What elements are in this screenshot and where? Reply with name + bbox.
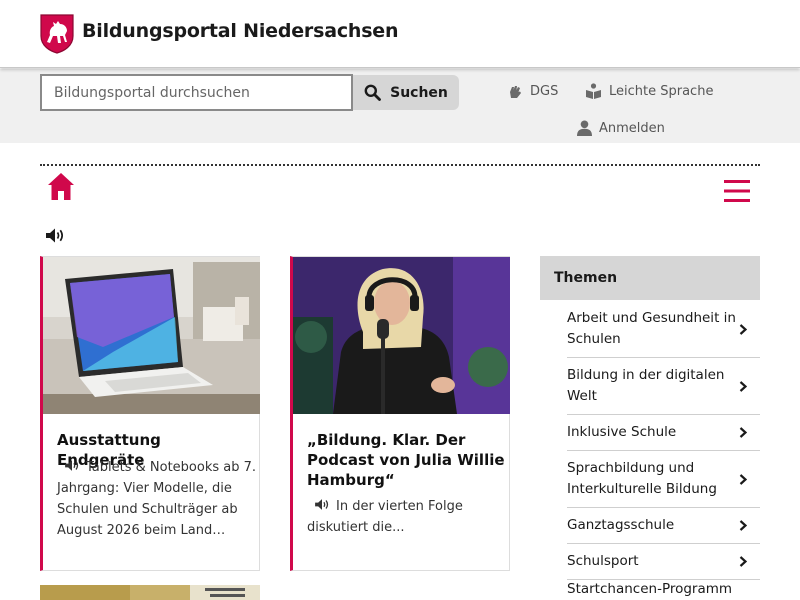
chevron-right-icon	[739, 380, 747, 392]
themen-item-label: Arbeit und Gesundheit in Schulen	[567, 310, 736, 347]
section-divider	[40, 164, 760, 166]
leichte-sprache-link[interactable]: Leichte Sprache	[585, 83, 713, 99]
themen-item-label: Inklusive Schule	[567, 424, 677, 440]
news-card[interactable]: „Bildung. Klar. Der Podcast von Julia Wi…	[290, 256, 510, 571]
themen-item-label: Schulsport	[567, 553, 639, 569]
card-title[interactable]: „Bildung. Klar. Der Podcast von Julia Wi…	[307, 430, 507, 490]
search-button[interactable]: Suchen	[353, 75, 459, 110]
themen-item-label: Ganztagsschule	[567, 517, 675, 533]
chevron-right-icon	[739, 520, 747, 531]
speaker-icon[interactable]	[313, 498, 331, 511]
user-icon	[577, 120, 592, 136]
chevron-right-icon	[739, 473, 747, 485]
home-icon[interactable]	[47, 172, 75, 201]
themen-item-arbeit-gesundheit[interactable]: Arbeit und Gesundheit in Schulen	[567, 301, 760, 358]
chevron-right-icon	[739, 556, 747, 567]
search-input[interactable]	[40, 74, 353, 111]
chevron-right-icon	[739, 323, 747, 335]
news-card-image	[40, 585, 260, 600]
themen-panel: Themen Arbeit und Gesundheit in Schulen …	[540, 256, 760, 597]
themen-item-digitale-welt[interactable]: Bildung in der digitalen Welt	[567, 358, 760, 415]
easy-language-book-icon	[586, 83, 601, 99]
niedersachsen-coat-of-arms-logo[interactable]	[40, 14, 74, 54]
toolbar: Suchen DGS Leichte Sprache Anmelden	[0, 69, 800, 143]
card-teaser: In der vierten Folge diskutiert die...	[307, 496, 507, 538]
news-card[interactable]: Ausstattung Endgeräte Tablets & Notebook…	[40, 256, 260, 571]
themen-item-sprachbildung[interactable]: Sprachbildung und Interkulturelle Bildun…	[567, 451, 760, 508]
themen-item-label: Startchancen-Programm	[567, 581, 733, 597]
themen-item-startchancen[interactable]: Startchancen-Programm	[567, 580, 760, 600]
podcast-host-image	[293, 257, 510, 414]
login-label: Anmelden	[599, 120, 665, 136]
site-title[interactable]: Bildungsportal Niedersachsen	[82, 20, 399, 42]
themen-item-label: Sprachbildung und Interkulturelle Bildun…	[567, 460, 717, 497]
leichte-sprache-label: Leichte Sprache	[609, 83, 714, 99]
hamburger-menu-icon[interactable]	[724, 180, 750, 202]
speaker-icon[interactable]	[45, 227, 65, 244]
themen-item-label: Bildung in der digitalen Welt	[567, 367, 725, 404]
tablet-device-image	[43, 257, 260, 414]
card-teaser-text: Tablets & Notebooks ab 7. Jahrgang: Vier…	[57, 460, 257, 538]
dgs-label: DGS	[530, 83, 559, 99]
card-teaser: Tablets & Notebooks ab 7. Jahrgang: Vier…	[57, 457, 257, 541]
search-icon	[364, 84, 382, 101]
sign-language-hand-icon	[510, 86, 521, 98]
dgs-link[interactable]: DGS	[507, 83, 558, 99]
themen-item-ganztagsschule[interactable]: Ganztagsschule	[567, 508, 760, 544]
speaker-icon[interactable]	[63, 459, 81, 472]
themen-item-inklusive-schule[interactable]: Inklusive Schule	[567, 415, 760, 451]
search-button-label: Suchen	[390, 84, 448, 101]
themen-item-schulsport[interactable]: Schulsport	[567, 544, 760, 580]
site-header: Bildungsportal Niedersachsen	[0, 0, 800, 68]
themen-heading: Themen	[540, 256, 760, 300]
login-link[interactable]: Anmelden	[577, 120, 665, 136]
chevron-right-icon	[739, 427, 747, 438]
